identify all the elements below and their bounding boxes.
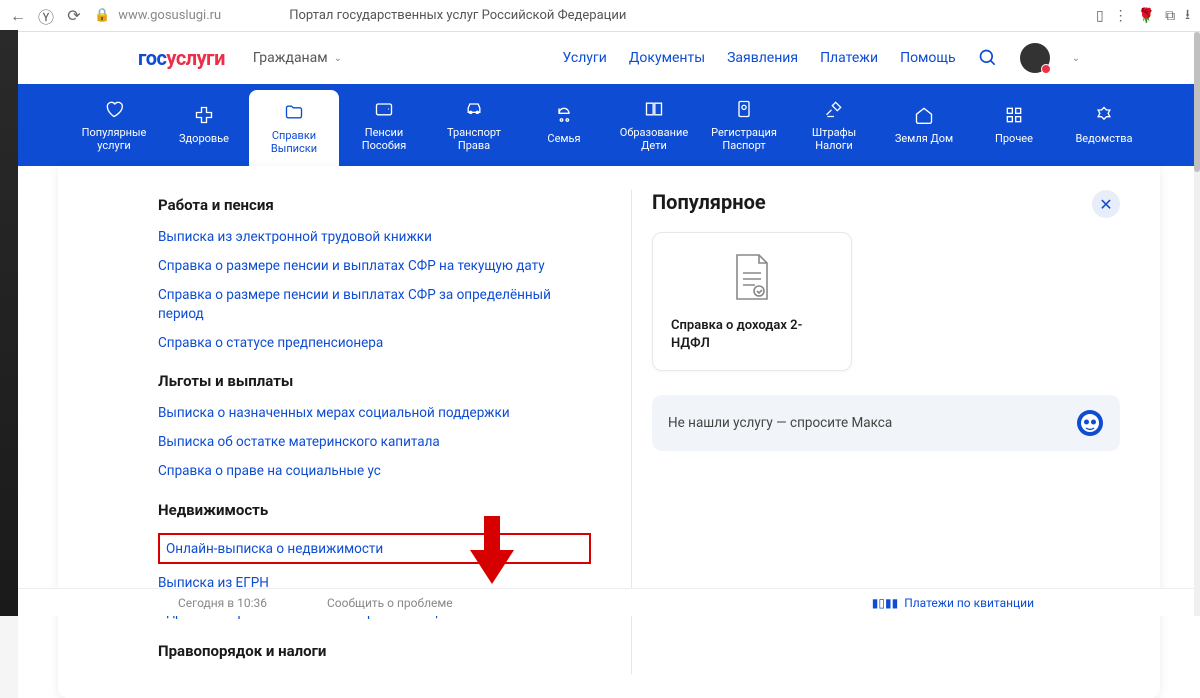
- barcode-icon: ▮▯▮▮: [872, 596, 898, 610]
- link-online-extract[interactable]: Онлайн-выписка о недвижимости: [166, 541, 383, 557]
- ask-max-bar[interactable]: Не нашли услугу — спросите Макса: [652, 395, 1120, 451]
- highlighted-link: Онлайн-выписка о недвижимости: [158, 533, 591, 564]
- address-bar[interactable]: 🔒 www.gosuslugi.ru Портал государственны…: [94, 8, 1084, 23]
- cat-education[interactable]: Образование Дети: [609, 84, 699, 166]
- download-icon[interactable]: ⭳: [1185, 4, 1190, 28]
- bookmark-icon[interactable]: ▯: [1096, 8, 1104, 24]
- browser-right-icons: ▯ ⋮ 🌹 ⧉ ⭳: [1096, 4, 1190, 28]
- page-title: Портал государственных услуг Российской …: [289, 8, 626, 23]
- cat-health[interactable]: Здоровье: [159, 84, 249, 166]
- nav-payments[interactable]: Платежи: [820, 50, 878, 66]
- emblem-icon: [1093, 104, 1115, 126]
- heart-icon: [103, 98, 125, 120]
- avatar[interactable]: [1020, 43, 1050, 73]
- search-icon[interactable]: [978, 48, 998, 68]
- audience-selector[interactable]: Гражданам ⌄: [253, 50, 342, 66]
- home-icon: [913, 104, 935, 126]
- yandex-icon[interactable]: Ⓨ: [38, 8, 54, 24]
- cat-family[interactable]: Семья: [519, 84, 609, 166]
- url-text: www.gosuslugi.ru: [118, 8, 221, 23]
- extension-icon[interactable]: 🌹: [1138, 8, 1155, 24]
- plus-icon: [193, 104, 215, 126]
- cat-agencies[interactable]: Ведомства: [1059, 84, 1149, 166]
- nav-help[interactable]: Помощь: [900, 50, 956, 66]
- link-item[interactable]: Справка о размере пенсии и выплатах СФР …: [158, 257, 591, 276]
- popular-card[interactable]: Справка о доходах 2-НДФЛ: [652, 232, 852, 371]
- reload-icon[interactable]: ⟳: [66, 8, 82, 24]
- cat-transport[interactable]: Транспорт Права: [429, 84, 519, 166]
- browser-toolbar: ← Ⓨ ⟳ 🔒 www.gosuslugi.ru Портал государс…: [0, 0, 1200, 32]
- section-title-realestate: Недвижимость: [158, 501, 591, 519]
- nav-applications[interactable]: Заявления: [727, 50, 798, 66]
- cat-popular[interactable]: Популярные услуги: [69, 84, 159, 166]
- robot-icon: [1076, 409, 1104, 437]
- section-title-law: Правопорядок и налоги: [158, 642, 591, 660]
- folder-icon: [283, 101, 305, 123]
- logo[interactable]: госуслуги: [138, 46, 225, 70]
- nav-documents[interactable]: Документы: [629, 50, 705, 66]
- footer-pay[interactable]: ▮▯▮▮ Платежи по квитанции: [872, 596, 1034, 610]
- popular-title: Популярное: [652, 190, 1120, 214]
- category-nav: Популярные услуги Здоровье Справки Выпис…: [18, 84, 1200, 166]
- wallet-icon: [373, 98, 395, 120]
- section-title-benefits: Льготы и выплаты: [158, 372, 591, 390]
- lock-icon: 🔒: [94, 8, 110, 23]
- gavel-icon: [823, 98, 845, 120]
- top-nav: госуслуги Гражданам ⌄ Услуги Документы З…: [18, 32, 1200, 84]
- link-item[interactable]: Справка о статусе предпенсионера: [158, 334, 591, 353]
- chevron-down-icon: ⌄: [334, 53, 342, 64]
- link-item[interactable]: Справка о размере пенсии и выплатах СФР …: [158, 286, 591, 324]
- copy-icon[interactable]: ⧉: [1165, 8, 1175, 24]
- nav-services[interactable]: Услуги: [563, 50, 607, 66]
- menu-icon[interactable]: ⋮: [1114, 8, 1128, 24]
- cat-pensions[interactable]: Пенсии Пособия: [339, 84, 429, 166]
- link-item[interactable]: Выписка об остатке материнского капитала: [158, 433, 591, 452]
- cat-land[interactable]: Земля Дом: [879, 84, 969, 166]
- passport-icon: [733, 98, 755, 120]
- cat-fines[interactable]: Штрафы Налоги: [789, 84, 879, 166]
- grid-icon: [1003, 104, 1025, 126]
- popular-card-label: Справка о доходах 2-НДФЛ: [671, 317, 833, 352]
- stroller-icon: [553, 104, 575, 126]
- link-item[interactable]: Выписка о назначенных мерах социальной п…: [158, 404, 591, 423]
- close-icon[interactable]: ✕: [1092, 190, 1120, 218]
- footer-report[interactable]: Сообщить о проблеме: [327, 596, 453, 610]
- footer-strip: Сегодня в 10:36 Сообщить о проблеме ▮▯▮▮…: [18, 588, 1194, 616]
- link-item[interactable]: Справка о праве на социальные ус: [158, 462, 591, 481]
- chevron-down-icon[interactable]: ⌄: [1072, 53, 1080, 64]
- cat-certificates[interactable]: Справки Выписки: [249, 90, 339, 166]
- link-item[interactable]: Выписка из электронной трудовой книжки: [158, 228, 591, 247]
- cat-registration[interactable]: Регистрация Паспорт: [699, 84, 789, 166]
- ask-max-text: Не нашли услугу — спросите Макса: [668, 415, 892, 431]
- document-icon: [729, 251, 775, 303]
- content-card: Работа и пенсия Выписка из электронной т…: [58, 166, 1160, 698]
- footer-today: Сегодня в 10:36: [178, 596, 267, 610]
- book-icon: [643, 98, 665, 120]
- back-icon[interactable]: ←: [10, 8, 26, 24]
- section-title-work: Работа и пенсия: [158, 196, 591, 214]
- scrollbar-thumb[interactable]: [1194, 32, 1200, 172]
- cat-other[interactable]: Прочее: [969, 84, 1059, 166]
- os-taskbar: [0, 30, 18, 616]
- car-icon: [463, 98, 485, 120]
